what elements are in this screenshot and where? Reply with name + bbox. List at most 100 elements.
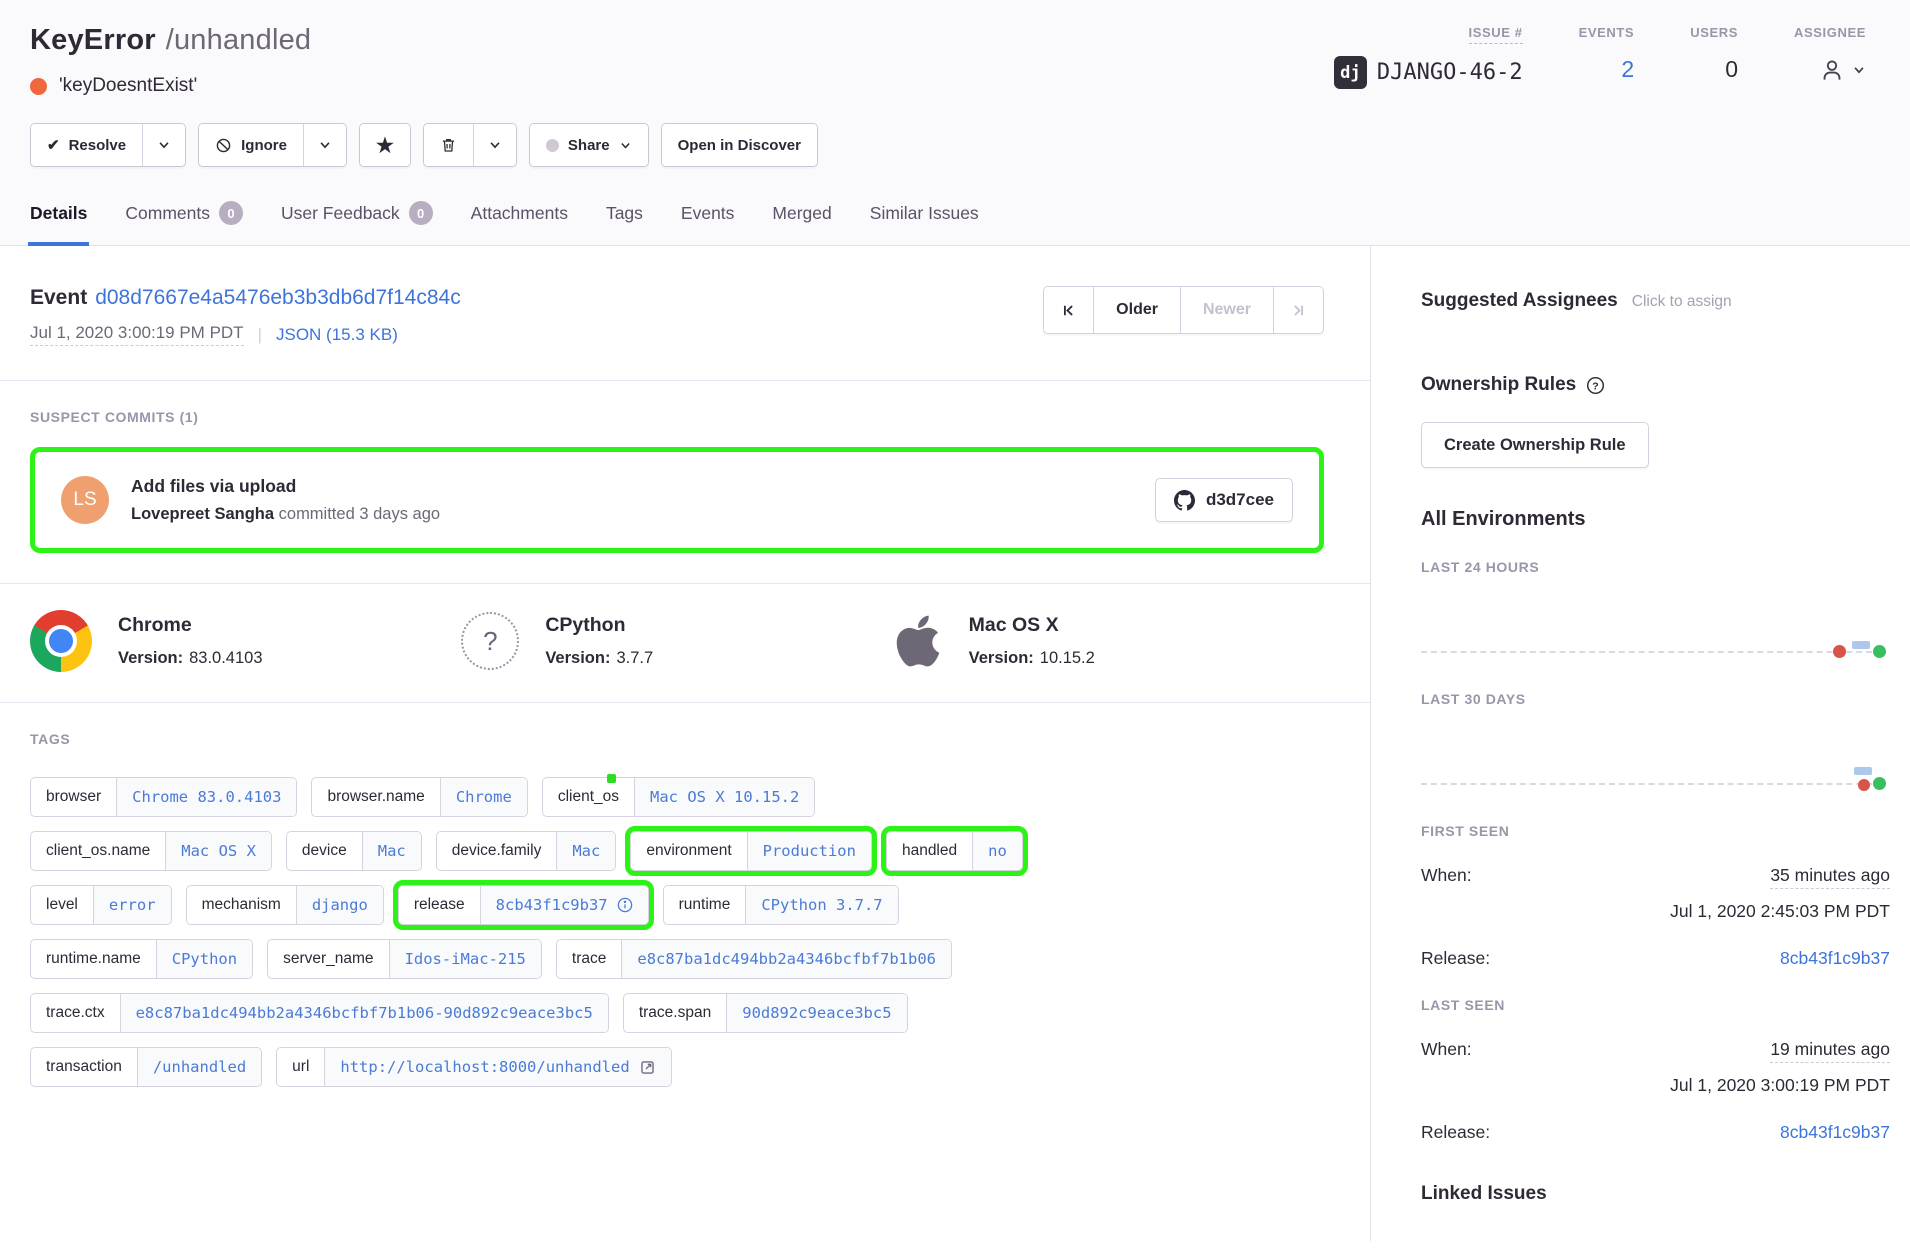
- last-seen-release-link[interactable]: 8cb43f1c9b37: [1780, 1122, 1890, 1143]
- tab-similar-issues[interactable]: Similar Issues: [870, 201, 979, 245]
- issue-stats: ISSUE # dj DJANGO-46-2 EVENTS 2 USERS 0 …: [1334, 24, 1870, 89]
- stat-assignee: ASSIGNEE: [1794, 24, 1866, 89]
- events-sparkline-30d: [1421, 707, 1886, 795]
- share-indicator-icon: [546, 139, 559, 152]
- release-label: Release:: [1421, 1122, 1490, 1143]
- tag-runtime[interactable]: runtimeCPython 3.7.7: [663, 885, 899, 925]
- issue-short-id: DJANGO-46-2: [1377, 60, 1523, 85]
- event-id-link[interactable]: d08d7667e4a5476eb3b3db6d7f14c84c: [95, 286, 461, 309]
- issue-message: 'keyDoesntExist': [59, 75, 197, 97]
- tab-merged[interactable]: Merged: [772, 201, 831, 245]
- ignore-dropdown-button[interactable]: [303, 124, 346, 166]
- tag-browser[interactable]: browserChrome 83.0.4103: [30, 777, 297, 817]
- tag-level[interactable]: levelerror: [30, 885, 172, 925]
- spark-red-dot: [1833, 645, 1846, 658]
- bookmark-star-button[interactable]: ★: [360, 124, 410, 166]
- tag-runtime-name[interactable]: runtime.nameCPython: [30, 939, 253, 979]
- annotation-dot: [607, 774, 616, 783]
- tag-device[interactable]: deviceMac: [286, 831, 422, 871]
- chevron-down-icon: [1852, 63, 1866, 77]
- linked-issues-title: Linked Issues: [1421, 1183, 1890, 1205]
- newer-event-button[interactable]: Newer: [1180, 287, 1273, 333]
- tag-browser-name[interactable]: browser.nameChrome: [311, 777, 527, 817]
- tag-url[interactable]: urlhttp://localhost:8000/unhandled: [276, 1047, 672, 1087]
- resolve-dropdown-button[interactable]: [142, 124, 185, 166]
- older-event-button[interactable]: Older: [1093, 287, 1180, 333]
- issue-sidebar: Suggested Assignees Click to assign Owne…: [1370, 246, 1910, 1241]
- tags-heading: TAGS: [30, 731, 1324, 747]
- tag-environment[interactable]: environmentProduction: [630, 831, 872, 871]
- assignee-dropdown[interactable]: [1818, 56, 1866, 84]
- delete-button[interactable]: [424, 124, 473, 166]
- tab-attachments[interactable]: Attachments: [471, 201, 568, 245]
- github-icon: [1174, 490, 1195, 511]
- tag-mechanism[interactable]: mechanismdjango: [186, 885, 384, 925]
- tag-device-family[interactable]: device.familyMac: [436, 831, 617, 871]
- first-seen-label: FIRST SEEN: [1421, 823, 1890, 839]
- events-sparkline-24h: [1421, 575, 1886, 663]
- ownership-rules-title: Ownership Rules: [1421, 374, 1576, 396]
- tag-transaction[interactable]: transaction/unhandled: [30, 1047, 262, 1087]
- apple-icon: [893, 612, 943, 670]
- first-seen-date: Jul 1, 2020 2:45:03 PM PDT: [1421, 901, 1890, 922]
- tag-client-os-name[interactable]: client_os.nameMac OS X: [30, 831, 272, 871]
- star-icon: ★: [376, 133, 394, 158]
- spark-red-dot: [1858, 779, 1870, 791]
- stat-users: USERS 0: [1690, 24, 1738, 89]
- tag-client-os[interactable]: client_osMac OS X 10.15.2: [542, 777, 816, 817]
- tab-details[interactable]: Details: [30, 201, 87, 245]
- commit-time: committed 3 days ago: [279, 505, 440, 523]
- spark-blue-bar: [1852, 641, 1870, 649]
- tab-comments[interactable]: Comments0: [125, 201, 243, 245]
- open-in-discover-button[interactable]: Open in Discover: [662, 124, 817, 166]
- issue-actions: ✔ Resolve Ignore ★: [30, 123, 1870, 167]
- help-circle-icon[interactable]: ?: [1586, 376, 1605, 395]
- event-json-link[interactable]: JSON (15.3 KB): [276, 325, 398, 345]
- tag-server-name[interactable]: server_nameIdos-iMac-215: [267, 939, 542, 979]
- stat-issue-number: ISSUE # dj DJANGO-46-2: [1334, 24, 1523, 89]
- issue-tabs: Details Comments0 User Feedback0 Attachm…: [30, 201, 1870, 245]
- event-details-main: Eventd08d7667e4a5476eb3b3db6d7f14c84c Ju…: [0, 246, 1370, 1241]
- tag-trace[interactable]: tracee8c87ba1dc494bb2a4346bcfbf7b1b06: [556, 939, 952, 979]
- trash-icon: [440, 136, 457, 154]
- commit-sha-button[interactable]: d3d7cee: [1155, 478, 1293, 522]
- tab-user-feedback[interactable]: User Feedback0: [281, 201, 433, 245]
- check-icon: ✔: [47, 136, 60, 154]
- share-button[interactable]: Share: [530, 124, 648, 166]
- events-label: EVENTS: [1579, 25, 1635, 40]
- tag-release[interactable]: release8cb43f1c9b37: [398, 885, 649, 925]
- chevron-down-icon: [619, 139, 632, 152]
- context-os: Mac OS X Version:10.15.2: [893, 610, 1324, 672]
- ignore-button[interactable]: Ignore: [199, 124, 303, 166]
- tag-handled[interactable]: handledno: [886, 831, 1023, 871]
- tag-trace-span[interactable]: trace.span90d892c9eace3bc5: [623, 993, 908, 1033]
- commit-author: Lovepreet Sangha: [131, 505, 274, 523]
- last-24-hours-label: LAST 24 HOURS: [1421, 559, 1890, 575]
- delete-dropdown-button[interactable]: [473, 124, 516, 166]
- newest-event-button[interactable]: [1273, 287, 1323, 333]
- issue-details-page: KeyError/unhandled 'keyDoesntExist' ISSU…: [0, 0, 1910, 1254]
- chevron-down-icon: [157, 138, 171, 152]
- context-browser: Chrome Version:83.0.4103: [30, 610, 461, 672]
- when-label: When:: [1421, 865, 1472, 889]
- chrome-icon: [30, 610, 92, 672]
- last-seen-relative: 19 minutes ago: [1770, 1039, 1890, 1063]
- oldest-event-button[interactable]: [1044, 287, 1093, 333]
- first-seen-release-link[interactable]: 8cb43f1c9b37: [1780, 948, 1890, 969]
- tab-tags[interactable]: Tags: [606, 201, 643, 245]
- chevron-down-icon: [488, 138, 502, 152]
- issue-culprit: /unhandled: [166, 24, 312, 56]
- users-count: 0: [1725, 56, 1738, 83]
- events-count-link[interactable]: 2: [1621, 56, 1634, 83]
- error-level-dot-icon: [30, 78, 47, 95]
- all-environments-title: All Environments: [1421, 508, 1890, 531]
- create-ownership-rule-button[interactable]: Create Ownership Rule: [1421, 422, 1649, 468]
- issue-title-block: KeyError/unhandled 'keyDoesntExist': [30, 24, 311, 97]
- when-label: When:: [1421, 1039, 1472, 1063]
- release-label: Release:: [1421, 948, 1490, 969]
- tab-events[interactable]: Events: [681, 201, 735, 245]
- tag-trace-ctx[interactable]: trace.ctxe8c87ba1dc494bb2a4346bcfbf7b1b0…: [30, 993, 609, 1033]
- event-timestamp: Jul 1, 2020 3:00:19 PM PDT: [30, 323, 244, 346]
- resolve-button[interactable]: ✔ Resolve: [31, 124, 142, 166]
- event-heading-block: Eventd08d7667e4a5476eb3b3db6d7f14c84c Ju…: [30, 286, 461, 346]
